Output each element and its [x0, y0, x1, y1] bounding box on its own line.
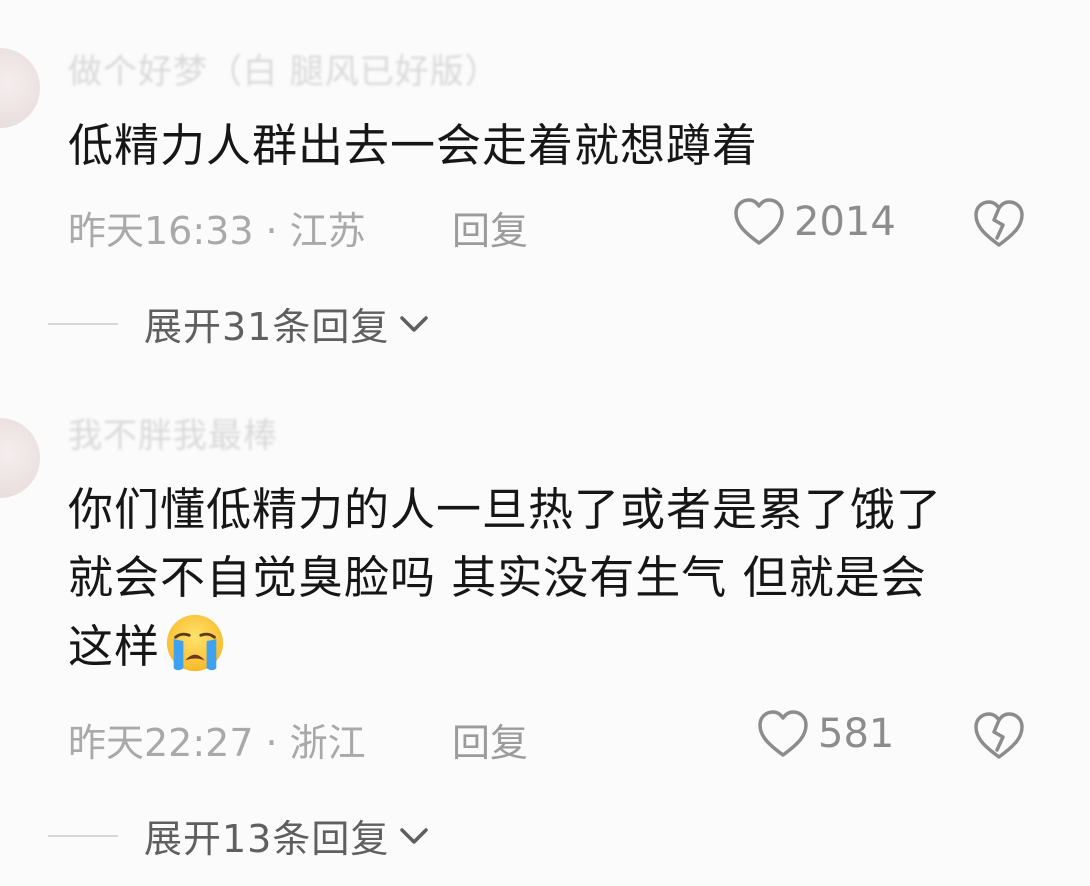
broken-heart-icon — [974, 200, 1024, 247]
reply-button[interactable]: 回复 — [452, 200, 528, 255]
comment-text: 低精力人群出去一会走着就想蹲着 — [68, 119, 759, 172]
like-button[interactable]: 581 — [756, 708, 894, 760]
expand-replies-label: 展开31条回复 — [144, 305, 390, 349]
comment-text-line: 这样 — [68, 620, 161, 673]
comment-text: 你们懂低精力的人一旦热了或者是累了饿了 就会不自觉臭脸吗 其实没有生气 但就是会… — [68, 476, 1028, 681]
avatar[interactable] — [0, 48, 40, 128]
separator: · — [265, 721, 278, 765]
comment-meta: 昨天22:27 · 浙江 — [68, 712, 366, 767]
divider-line — [48, 322, 118, 325]
chevron-down-icon — [400, 315, 429, 332]
comment-meta: 昨天16:33 · 江苏 — [68, 200, 366, 255]
dislike-button[interactable] — [972, 198, 1026, 254]
divider-line — [48, 834, 118, 837]
reply-button[interactable]: 回复 — [452, 712, 528, 767]
comment-location: 江苏 — [289, 209, 366, 253]
broken-heart-icon — [974, 712, 1024, 759]
like-count: 2014 — [794, 199, 896, 245]
comment-time: 昨天16:33 — [68, 209, 254, 253]
chevron-down-icon — [400, 827, 429, 844]
separator: · — [265, 209, 278, 253]
expand-replies-label: 展开13条回复 — [144, 817, 390, 861]
expand-replies-button[interactable]: 展开13条回复 — [48, 808, 431, 863]
loudly-crying-face-icon — [166, 614, 224, 672]
comment-text-line: 就会不自觉臭脸吗 其实没有生气 但就是会 — [68, 551, 927, 604]
avatar[interactable] — [0, 418, 40, 498]
comment-username[interactable]: 做个好梦（白 腿风已好版） — [68, 44, 500, 93]
comment-time: 昨天22:27 — [68, 721, 254, 765]
like-count: 581 — [818, 711, 895, 757]
comment-text-line-last: 这样 — [68, 612, 1028, 681]
dislike-button[interactable] — [972, 710, 1026, 766]
heart-outline-icon — [758, 710, 808, 757]
like-button[interactable]: 2014 — [732, 196, 896, 248]
comment-text-line: 你们懂低精力的人一旦热了或者是累了饿了 — [68, 483, 943, 536]
heart-outline-icon — [734, 198, 784, 245]
comment-username[interactable]: 我不胖我最棒 — [68, 408, 278, 457]
expand-replies-button[interactable]: 展开31条回复 — [48, 296, 431, 351]
comment-location: 浙江 — [289, 721, 366, 765]
